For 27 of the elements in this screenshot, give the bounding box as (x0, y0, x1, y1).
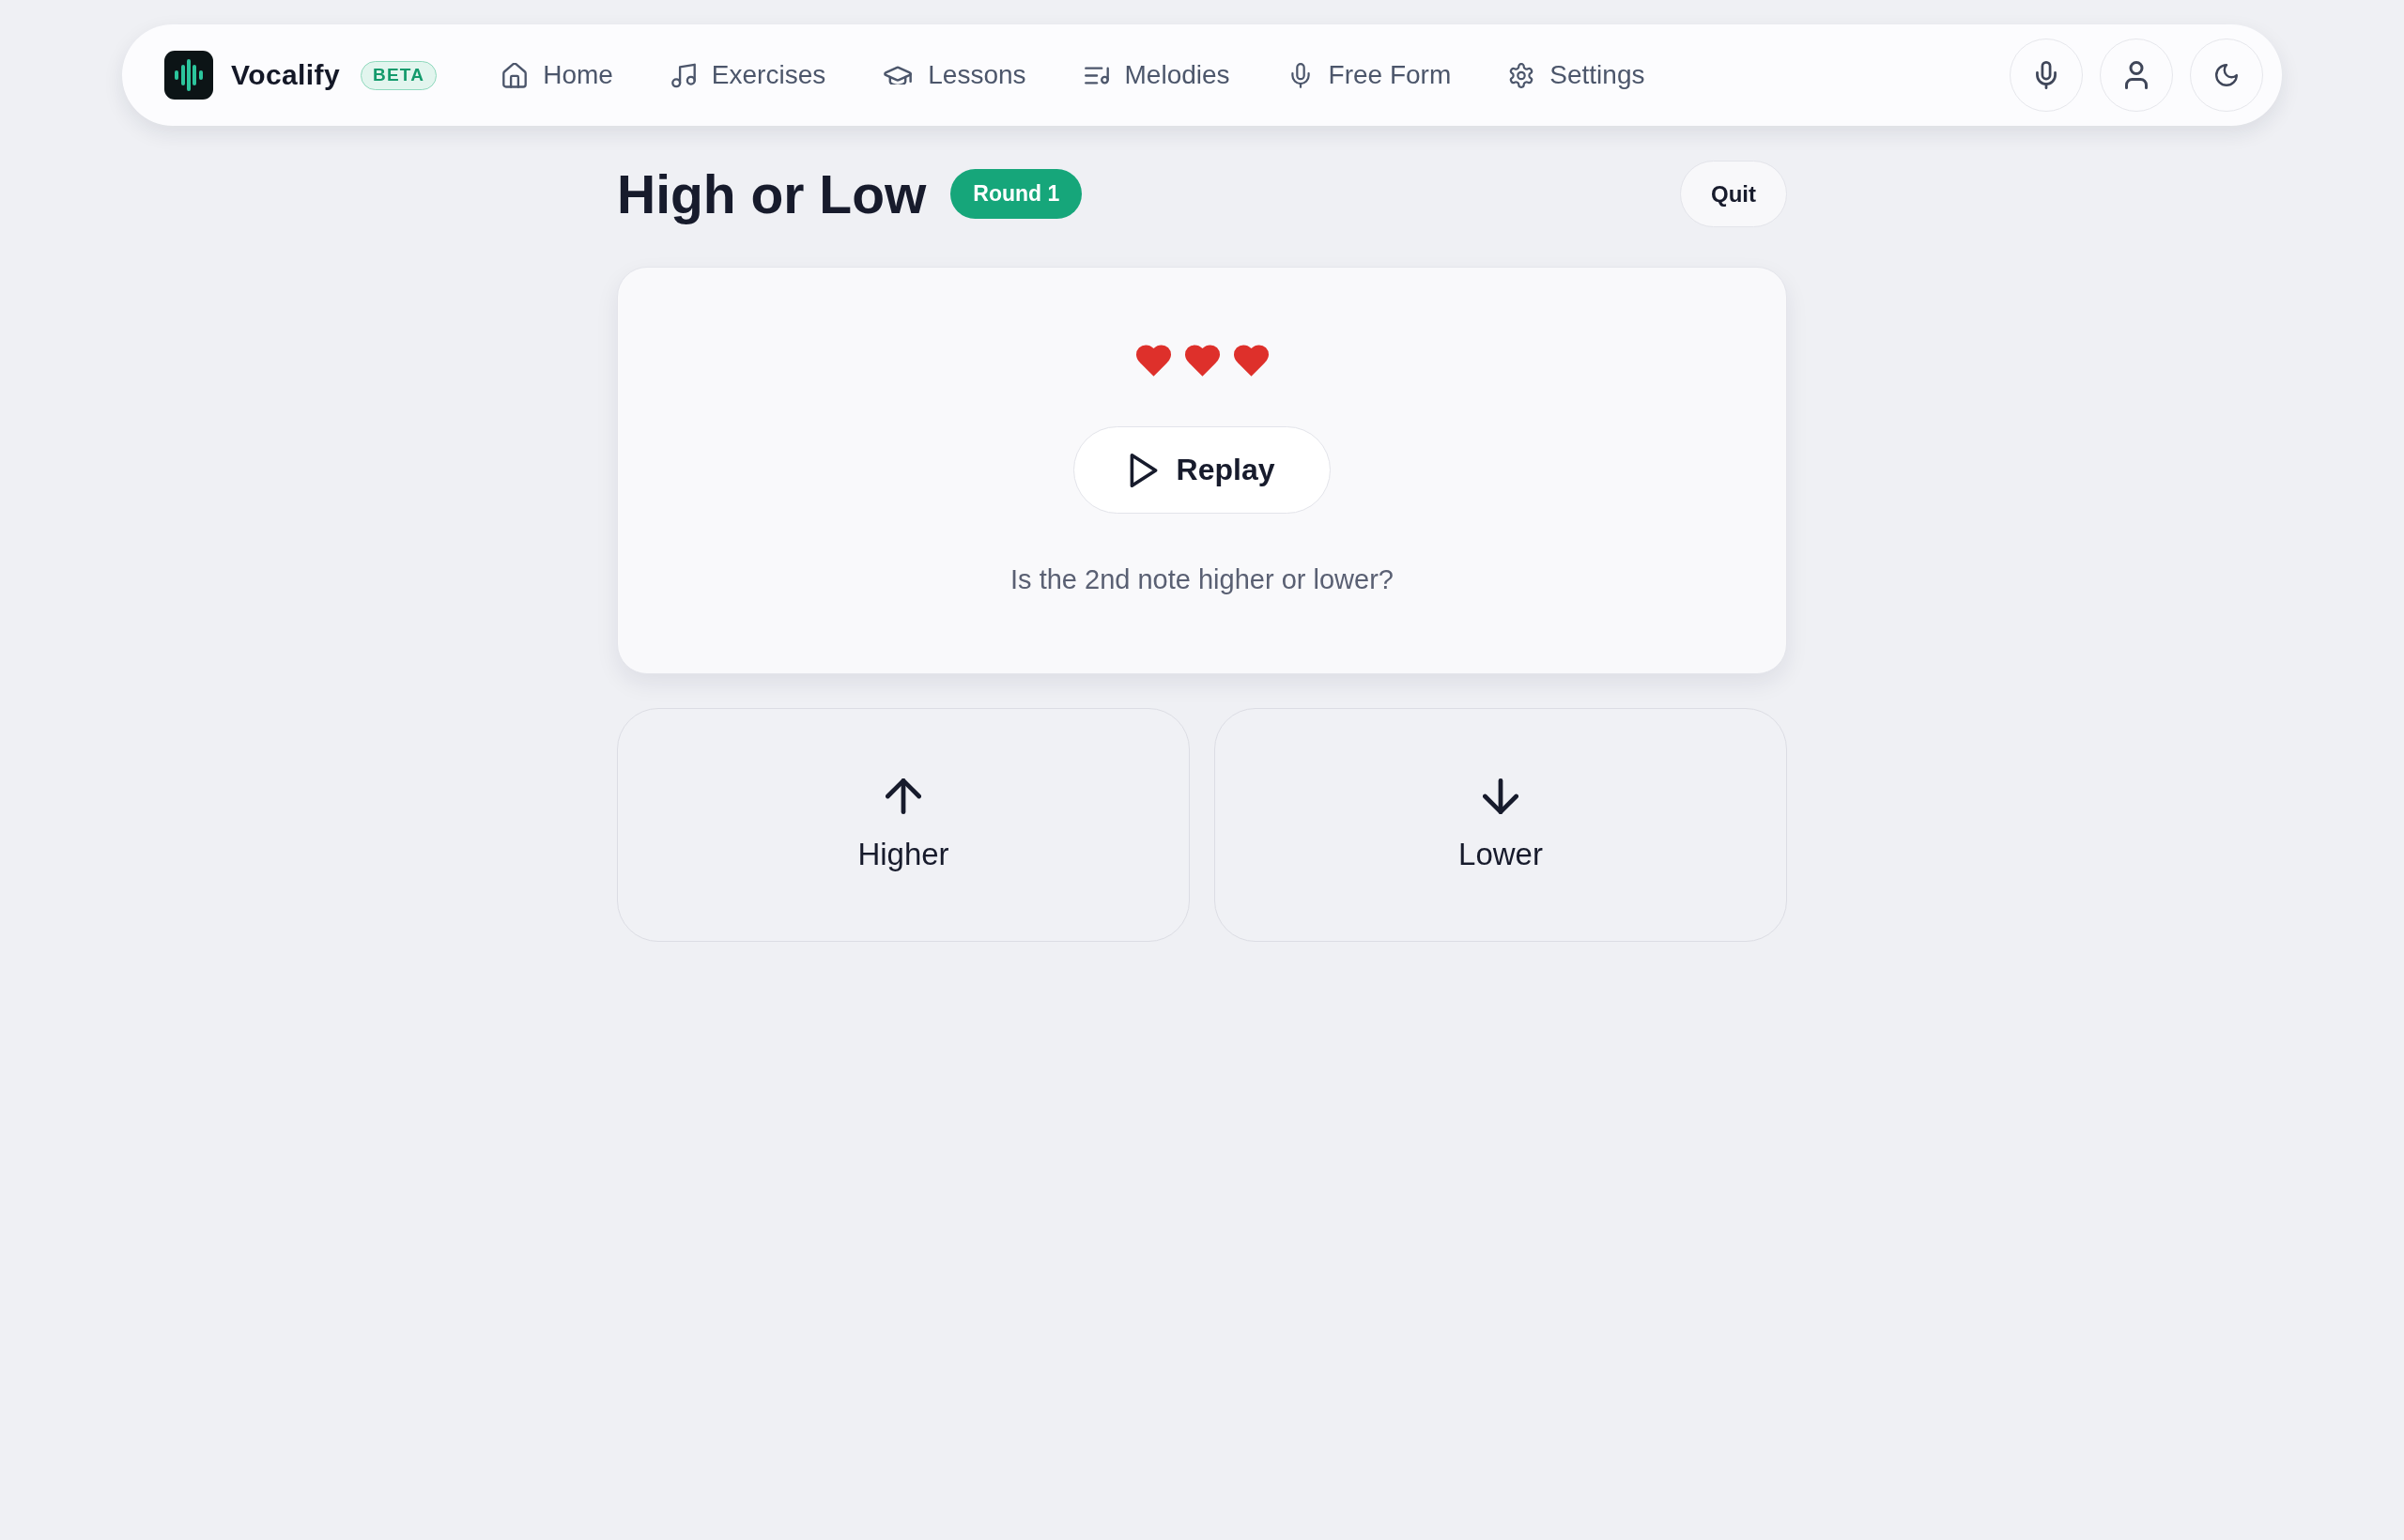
heart-icon (1184, 345, 1220, 377)
nav-link[interactable]: Lessons (869, 51, 1041, 100)
nav-link[interactable]: Melodies (1069, 51, 1245, 100)
graduation-cap-icon (884, 66, 913, 85)
page-title: High or Low (617, 162, 927, 225)
round-badge: Round 1 (950, 169, 1083, 219)
nav-link[interactable]: Home (487, 51, 628, 100)
brand-name: Vocalify (231, 59, 341, 91)
settings-icon (1509, 62, 1534, 88)
beta-badge: BETA (361, 60, 438, 90)
question-text: Is the 2nd note higher or lower? (1010, 564, 1394, 595)
nav-link[interactable]: Settings (1494, 51, 1660, 100)
microphone-icon (2035, 61, 2057, 89)
play-icon (1129, 453, 1158, 487)
user-icon (2125, 61, 2148, 89)
heart-icon (1135, 345, 1171, 377)
nav-link[interactable]: Exercises (655, 51, 841, 100)
music-note-icon (670, 62, 696, 88)
home-icon (502, 62, 528, 88)
moon-icon (2215, 61, 2238, 89)
logo-icon (164, 51, 213, 100)
answer-button[interactable]: Lower (1214, 708, 1787, 942)
replay-button[interactable]: Replay (1073, 426, 1331, 514)
heart-icon (1233, 345, 1269, 377)
quit-button[interactable]: Quit (1680, 161, 1787, 227)
answer-button[interactable]: Higher (617, 708, 1190, 942)
nav-link[interactable]: Free Form (1272, 51, 1467, 100)
